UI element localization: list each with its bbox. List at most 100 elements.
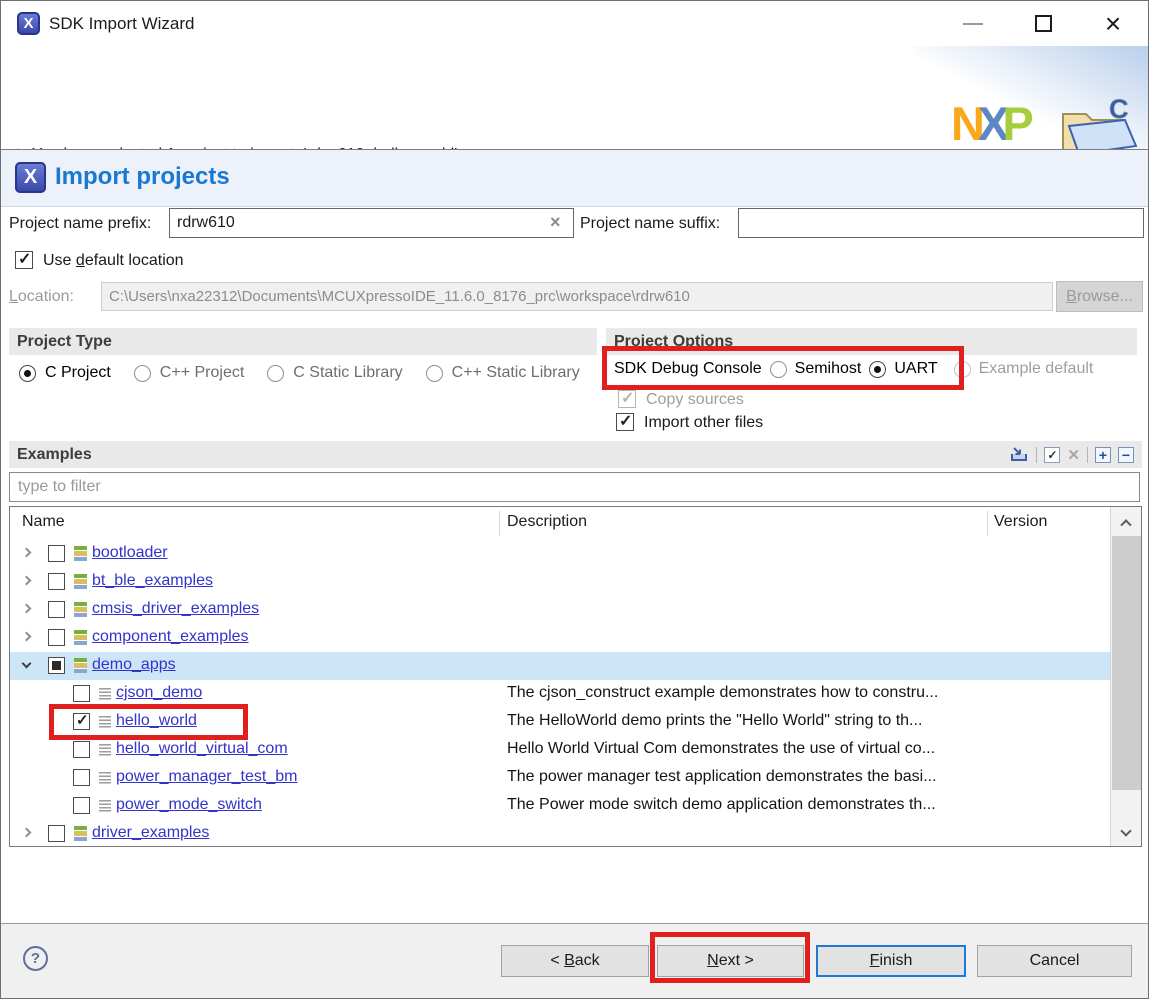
checkbox-cmsis_driver_examples[interactable] bbox=[48, 601, 65, 618]
column-header-version[interactable]: Version bbox=[994, 513, 1047, 531]
sdk-debug-console-row: SDK Debug Console Semihost UART Example … bbox=[614, 360, 1093, 378]
import-example-icon[interactable] bbox=[1009, 446, 1029, 463]
vertical-scrollbar[interactable] bbox=[1110, 507, 1141, 846]
next-button[interactable]: Next > bbox=[657, 945, 804, 977]
filter-input[interactable] bbox=[9, 472, 1140, 502]
help-icon[interactable]: ? bbox=[23, 946, 48, 971]
checkbox-demo_apps[interactable] bbox=[48, 657, 65, 674]
radio-example-default-label: Example default bbox=[979, 360, 1094, 378]
scroll-down-icon[interactable] bbox=[1111, 819, 1141, 843]
category-icon bbox=[74, 546, 87, 561]
radio-c-project[interactable] bbox=[19, 365, 36, 382]
import-other-files-checkbox[interactable] bbox=[616, 413, 634, 431]
copy-sources-label: Copy sources bbox=[646, 391, 744, 409]
example-name-link[interactable]: driver_examples bbox=[92, 824, 209, 842]
example-name-link[interactable]: cmsis_driver_examples bbox=[92, 600, 259, 618]
suffix-input[interactable] bbox=[738, 208, 1144, 238]
scrollbar-thumb[interactable] bbox=[1112, 536, 1141, 790]
tree-row-hello_world_virtual_com[interactable]: hello_world_virtual_comHello World Virtu… bbox=[10, 736, 1110, 764]
radio-example-default bbox=[954, 361, 971, 378]
collapse-all-icon[interactable]: − bbox=[1118, 447, 1134, 463]
expand-node-icon[interactable] bbox=[22, 828, 32, 838]
select-all-icon[interactable]: ✓ bbox=[1044, 447, 1060, 463]
toolbar-separator bbox=[1087, 447, 1088, 463]
browse-button: Browse... bbox=[1056, 281, 1143, 312]
expand-node-icon[interactable] bbox=[22, 576, 32, 586]
cancel-button[interactable]: Cancel bbox=[977, 945, 1132, 977]
clear-prefix-icon[interactable]: × bbox=[550, 212, 561, 233]
back-button[interactable]: < Back bbox=[501, 945, 649, 977]
checkbox-power_manager_test_bm[interactable] bbox=[73, 769, 90, 786]
tree-row-driver_examples[interactable]: driver_examples bbox=[10, 820, 1110, 848]
expand-node-icon[interactable] bbox=[22, 548, 32, 558]
tree-row-cjson_demo[interactable]: cjson_demoThe cjson_construct example de… bbox=[10, 680, 1110, 708]
prefix-label: Project name prefix: bbox=[9, 215, 151, 233]
tree-row-demo_apps[interactable]: demo_apps bbox=[10, 652, 1110, 680]
radio-uart[interactable] bbox=[869, 361, 886, 378]
example-name-link[interactable]: cjson_demo bbox=[116, 684, 202, 702]
page-title: Import projects bbox=[55, 163, 230, 191]
checkbox-power_mode_switch[interactable] bbox=[73, 797, 90, 814]
expand-node-icon[interactable] bbox=[22, 604, 32, 614]
tree-row-bt_ble_examples[interactable]: bt_ble_examples bbox=[10, 568, 1110, 596]
tree-row-component_examples[interactable]: component_examples bbox=[10, 624, 1110, 652]
expand-node-icon[interactable] bbox=[22, 632, 32, 642]
tree-row-cmsis_driver_examples[interactable]: cmsis_driver_examples bbox=[10, 596, 1110, 624]
column-separator[interactable] bbox=[499, 511, 500, 536]
app-x-logo-icon: X bbox=[17, 12, 40, 35]
tree-row-bootloader[interactable]: bootloader bbox=[10, 540, 1110, 568]
title-bar: X SDK Import Wizard × bbox=[1, 1, 1148, 46]
radio-semihost[interactable] bbox=[770, 361, 787, 378]
expand-all-icon[interactable]: + bbox=[1095, 447, 1111, 463]
example-description: The Power mode switch demo application d… bbox=[507, 796, 936, 814]
column-header-name[interactable]: Name bbox=[22, 513, 65, 531]
column-header-description[interactable]: Description bbox=[507, 513, 587, 531]
checkbox-hello_world[interactable] bbox=[73, 713, 90, 730]
sdk-import-wizard-window: X SDK Import Wizard × NXP C You have sel… bbox=[0, 0, 1149, 999]
checkbox-driver_examples[interactable] bbox=[48, 825, 65, 842]
radio-c-static-library[interactable] bbox=[267, 365, 284, 382]
project-type-title: Project Type bbox=[17, 333, 112, 351]
scroll-up-icon[interactable] bbox=[1111, 510, 1141, 534]
deselect-all-icon[interactable]: ✕ bbox=[1067, 446, 1080, 464]
checkbox-cjson_demo[interactable] bbox=[73, 685, 90, 702]
checkbox-bootloader[interactable] bbox=[48, 545, 65, 562]
example-name-link[interactable]: power_manager_test_bm bbox=[116, 768, 297, 786]
maximize-button[interactable] bbox=[1015, 1, 1071, 46]
checkbox-component_examples[interactable] bbox=[48, 629, 65, 646]
example-icon bbox=[99, 772, 111, 784]
example-description: The power manager test application demon… bbox=[507, 768, 937, 786]
import-other-files-label: Import other files bbox=[644, 414, 763, 432]
checkbox-bt_ble_examples[interactable] bbox=[48, 573, 65, 590]
tree-row-hello_world[interactable]: hello_worldThe HelloWorld demo prints th… bbox=[10, 708, 1110, 736]
example-name-link[interactable]: hello_world bbox=[116, 712, 197, 730]
prefix-input[interactable] bbox=[169, 208, 574, 238]
example-name-link[interactable]: component_examples bbox=[92, 628, 249, 646]
table-header: Name Description Version bbox=[10, 507, 1141, 540]
minimize-button[interactable] bbox=[945, 1, 1001, 46]
collapse-node-icon[interactable] bbox=[22, 659, 32, 669]
radio-semihost-label: Semihost bbox=[795, 360, 862, 378]
close-button[interactable]: × bbox=[1085, 1, 1141, 46]
tree-row-power_manager_test_bm[interactable]: power_manager_test_bm The power manager t… bbox=[10, 764, 1110, 792]
radio-cpp-static-library[interactable] bbox=[426, 365, 443, 382]
example-name-link[interactable]: power_mode_switch bbox=[116, 796, 262, 814]
example-name-link[interactable]: bootloader bbox=[92, 544, 168, 562]
column-separator[interactable] bbox=[987, 511, 988, 536]
example-icon bbox=[99, 716, 111, 728]
example-name-link[interactable]: bt_ble_examples bbox=[92, 572, 213, 590]
example-name-link[interactable]: hello_world_virtual_com bbox=[116, 740, 288, 758]
location-input bbox=[101, 282, 1053, 311]
use-default-location-checkbox[interactable] bbox=[15, 251, 33, 269]
examples-title: Examples bbox=[17, 446, 92, 464]
radio-cpp-project[interactable] bbox=[134, 365, 151, 382]
project-options-title: Project Options bbox=[614, 333, 733, 351]
suffix-label: Project name suffix: bbox=[580, 215, 720, 233]
finish-button[interactable]: Finish bbox=[816, 945, 966, 977]
location-label: Location: bbox=[9, 288, 74, 306]
tree-row-power_mode_switch[interactable]: power_mode_switch The Power mode switch d… bbox=[10, 792, 1110, 820]
checkbox-hello_world_virtual_com[interactable] bbox=[73, 741, 90, 758]
example-name-link[interactable]: demo_apps bbox=[92, 656, 176, 674]
sdk-debug-console-label: SDK Debug Console bbox=[614, 360, 762, 378]
category-icon bbox=[74, 630, 87, 645]
